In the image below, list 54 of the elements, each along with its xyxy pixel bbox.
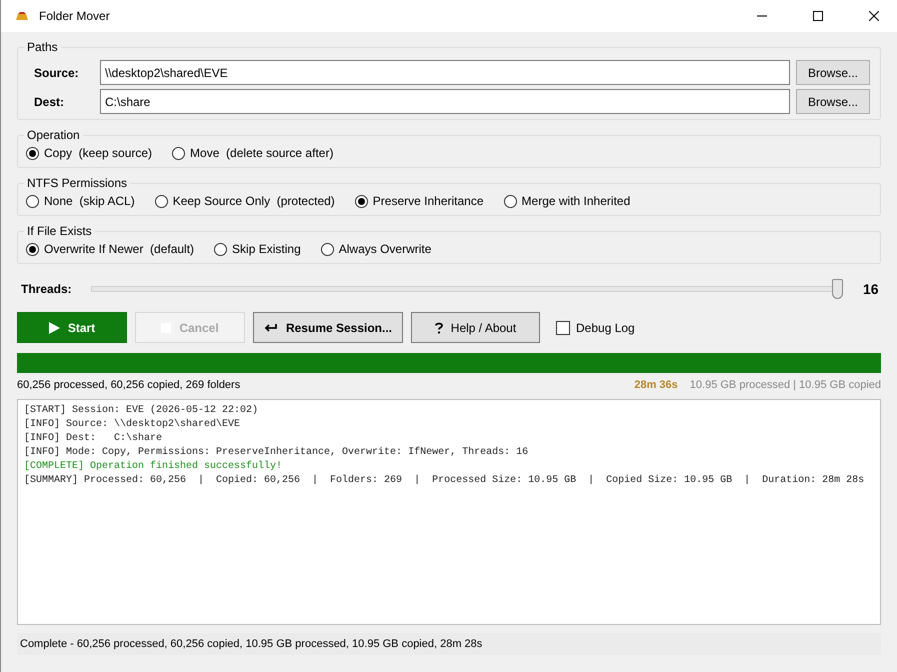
log-line: [INFO] Dest: C:\share [24,433,164,444]
radio-button[interactable] [26,194,39,208]
radio-label: Preserve Inheritance [372,194,484,208]
radio-button[interactable] [320,242,334,256]
resume-button[interactable]: Resume Session... [253,312,403,343]
group-title: If File Exists [26,224,93,238]
group-title: NTFS Permissions [26,176,128,190]
path-field[interactable]: C:\share [100,89,790,114]
browse-button[interactable]: Browse... [796,60,870,85]
maximize-icon [813,11,823,21]
status-bar: Complete - 60,256 processed, 60,256 copied, 10.95 GB processed, 10.95 GB copied, 28m 28s [17,633,881,655]
threads-label: Threads: [21,282,73,296]
threads-slider[interactable] [91,278,843,300]
help-button[interactable]: Help / About [411,312,540,343]
path-field[interactable]: \\desktop2\shared\EVE [100,60,790,85]
return-arrow-icon [264,322,278,332]
radio-label: Skip Existing [232,242,301,256]
progress-summary: 60,256 processed, 60,256 copied, 269 folders [17,379,240,391]
radio-label: Copy (keep source) [44,146,152,160]
browse-button[interactable]: Browse... [796,89,870,114]
checkbox-label: Debug Log [576,320,635,334]
radio-button[interactable] [26,146,39,160]
radio-button[interactable] [354,194,368,208]
log-line: [COMPLETE] Operation finished successfully! [24,461,284,472]
debug-checkbox[interactable] [556,320,570,334]
log-line: [START] Session: EVE (2026-05-12 22:02) [24,405,260,416]
radio-button[interactable] [154,194,168,208]
size-summary: 10.95 GB processed | 10.95 GB copied [690,379,881,391]
radio-label: Overwrite If Newer (default) [44,242,194,256]
folder-app-icon [15,11,29,21]
log-line: [INFO] Mode: Copy, Permissions: PreserveInheritance, Overwrite: IfNewer, Threads: 16 [24,447,530,458]
play-icon [48,322,60,334]
start-button[interactable]: Start [17,312,127,343]
window-title: Folder Mover [39,9,111,23]
threads-value: 16 [863,281,880,297]
radio-button[interactable] [504,194,517,208]
radio-button[interactable] [26,242,39,256]
help-icon [434,322,443,334]
radio-label: Move (delete source after) [190,146,334,160]
radio-button[interactable] [214,242,228,256]
radio-label: Always Overwrite [338,242,432,256]
field-label: Dest: [33,94,66,108]
elapsed-time: 28m 36s [634,379,678,391]
slider-thumb[interactable] [832,279,843,299]
group-title: Operation [26,128,81,142]
radio-label: None (skip ACL) [44,194,135,208]
radio-label: Keep Source Only (protected) [172,194,335,208]
radio-button[interactable] [172,146,186,160]
group-title: Paths [26,40,59,54]
close-icon [869,11,879,21]
log-line: [SUMMARY] Processed: 60,256 | Copied: 60,256 | Folders: 269 | Processed Size: 10.95 GB | Copied Size: 10.95 GB | Duration: 28m 28s [24,475,866,486]
field-label: Source: [33,66,80,80]
radio-label: Merge with Inherited [522,194,630,208]
log-line: [INFO] Source: \\desktop2\shared\EVE [24,419,242,430]
